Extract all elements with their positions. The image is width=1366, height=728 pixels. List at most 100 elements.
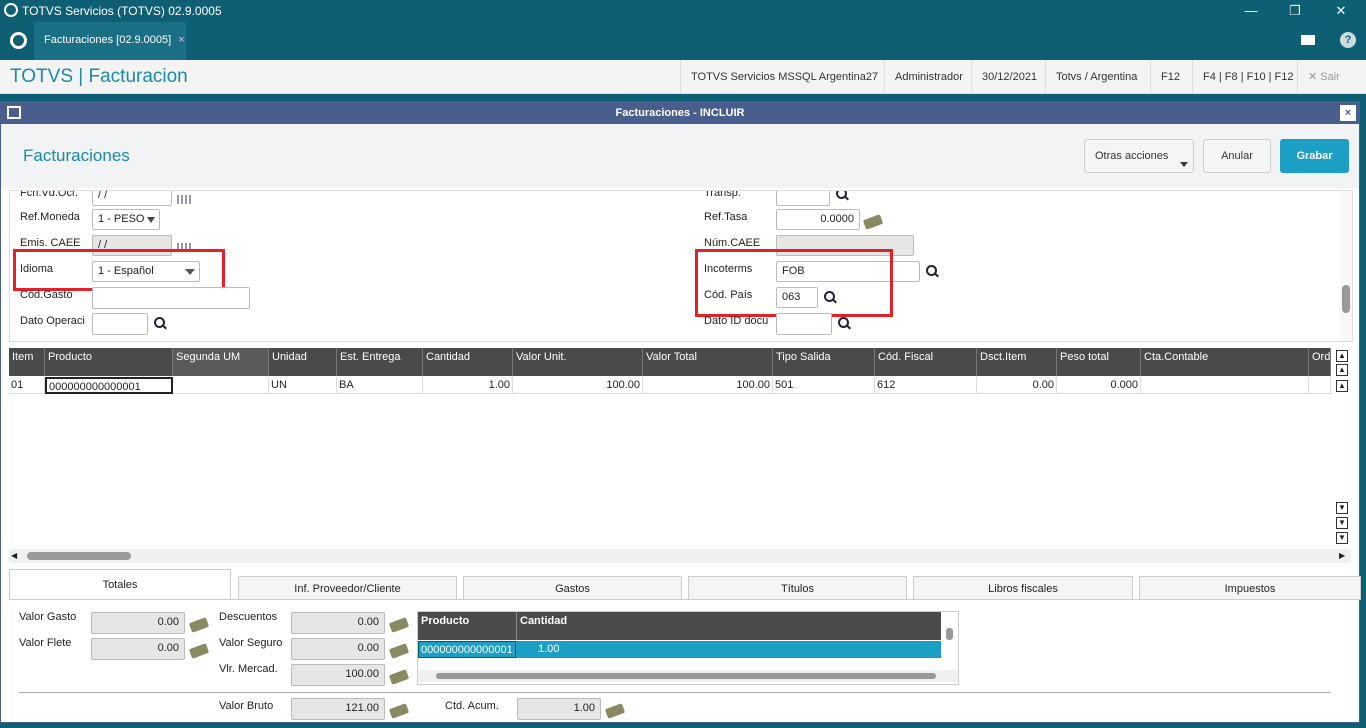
col-valor-unit[interactable]: Valor Unit. [513,348,643,376]
money-icon[interactable] [604,703,626,719]
cell-cantidad[interactable]: 1.00 [423,377,513,394]
scroll-bottom-icon[interactable]: ▼ [1336,532,1348,544]
cell-valor-total[interactable]: 100.00 [643,377,773,394]
scroll-top-icon[interactable]: ▲ [1336,350,1348,362]
exit-button[interactable]: ✕ Sair [1297,60,1350,94]
col-producto[interactable]: Producto [45,348,173,376]
moneda-select[interactable]: 1 - PESO [92,209,160,230]
money-icon[interactable] [388,669,410,685]
col-cta-contable[interactable]: Cta.Contable [1141,348,1309,376]
col-cod-fiscal[interactable]: Cód. Fiscal [875,348,977,376]
grid-vscrollbar[interactable]: ▲ ▲ ▲ ▼ ▼ ▼ [1335,348,1349,546]
tab-totales[interactable]: Totales [9,569,231,600]
ctd-acum-input[interactable]: 1.00 [517,698,601,720]
money-icon[interactable] [388,617,410,633]
col-item[interactable]: Item [9,348,45,376]
mini-cell-producto[interactable]: 000000000000001 [418,641,516,658]
money-icon[interactable] [388,643,410,659]
header-f12[interactable]: F12 [1150,60,1190,94]
col-segunda-um[interactable]: Segunda UM [173,348,269,376]
money-icon[interactable] [388,703,410,719]
scroll-right-icon[interactable]: ▶ [1339,551,1345,560]
tab-impuestos[interactable]: Impuestos [1139,576,1361,600]
dato-id-input[interactable] [776,313,832,335]
mini-col-cantidad[interactable]: Cantidad [516,612,941,640]
scroll-left-icon[interactable]: ◀ [11,551,17,560]
cell-ord[interactable] [1309,377,1331,394]
close-window-button[interactable]: ✕ [1318,0,1364,22]
tab-close-icon[interactable]: × [178,34,184,46]
mini-scroll-thumb[interactable] [946,628,953,640]
minimize-button[interactable]: — [1228,0,1274,22]
hscroll-thumb[interactable] [27,552,131,560]
cell-cod-fiscal[interactable]: 612 [875,377,977,394]
scroll-page-down-icon[interactable]: ▼ [1336,502,1348,514]
help-icon[interactable]: ? [1340,32,1356,48]
col-unidad[interactable]: Unidad [269,348,337,376]
gasto-input[interactable] [92,287,250,309]
valor-flete-label: Valor Flete [19,637,72,649]
mini-hscrollbar[interactable] [418,670,958,682]
valor-flete-input[interactable]: 0.00 [91,638,185,660]
valor-seguro-input[interactable]: 0.00 [291,638,385,660]
cell-tipo-salida[interactable]: 501 [773,377,875,394]
fec-input[interactable]: / / [92,191,172,206]
operaci-input[interactable] [92,313,148,335]
cell-valor-unit[interactable]: 100.00 [513,377,643,394]
valor-bruto-input[interactable]: 121.00 [291,698,385,720]
tab-gastos[interactable]: Gastos [463,576,682,600]
form-scrollbar[interactable] [1340,191,1352,341]
valor-seguro-label: Valor Seguro [219,637,283,649]
cancel-button[interactable]: Anular [1203,139,1271,173]
tab-titulos[interactable]: Títulos [688,576,907,600]
money-icon[interactable] [188,617,210,633]
moneda-label: Ref.Moneda [20,211,80,223]
calendar-icon[interactable] [177,195,193,204]
col-valor-total[interactable]: Valor Total [643,348,773,376]
tasa-input[interactable]: 0.0000 [776,209,860,230]
cell-item[interactable]: 01 [9,377,45,394]
col-tipo-salida[interactable]: Tipo Salida [773,348,875,376]
valor-gasto-input[interactable]: 0.00 [91,612,185,634]
scroll-up-icon[interactable]: ▲ [1336,364,1348,376]
col-ord[interactable]: Ord. [1309,348,1333,376]
cell-dsct-item[interactable]: 0.00 [977,377,1057,394]
col-peso-total[interactable]: Peso total [1057,348,1141,376]
col-est-entrega[interactable]: Est. Entrega [337,348,423,376]
tab-inf-proveedor[interactable]: Inf. Proveedor/Cliente [238,576,457,600]
descuentos-input[interactable]: 0.00 [291,612,385,634]
money-icon[interactable] [862,214,884,230]
search-icon[interactable] [834,191,850,203]
search-icon[interactable] [836,316,852,332]
cell-peso-total[interactable]: 0.000 [1057,377,1141,394]
grid-hscrollbar[interactable]: ◀ ▶ [9,549,1351,563]
mail-icon[interactable] [1301,35,1315,45]
col-cantidad[interactable]: Cantidad [423,348,513,376]
tab-libros-fiscales[interactable]: Libros fiscales [913,576,1133,600]
scroll-down-icon[interactable]: ▼ [1336,517,1348,529]
mini-hscroll-thumb[interactable] [436,673,936,679]
dialog-close-button[interactable]: × [1340,105,1356,121]
maximize-button[interactable]: ❐ [1272,0,1318,22]
money-icon[interactable] [188,643,210,659]
search-icon[interactable] [152,316,168,332]
col-dsct-item[interactable]: Dsct.Item [977,348,1057,376]
save-button[interactable]: Grabar [1280,139,1349,173]
transp-input[interactable] [776,191,830,206]
mini-vscrollbar[interactable] [944,614,956,658]
tab-facturaciones[interactable]: Facturaciones [02.9.0005] × [34,22,186,60]
search-icon[interactable] [924,264,940,280]
header-shortcuts[interactable]: F4 | F8 | F10 | F12 [1192,60,1304,94]
mini-cell-cantidad[interactable]: 1.00 [516,641,941,658]
cell-cta-contable[interactable] [1141,377,1309,394]
cell-producto[interactable]: 000000000000001 [45,377,173,394]
cell-segunda-um[interactable] [173,377,269,394]
cell-unidad[interactable]: UN [269,377,337,394]
totvs-home-icon[interactable] [10,32,27,49]
other-actions-button[interactable]: Otras acciones [1084,139,1194,173]
scroll-thumb[interactable] [1342,285,1350,313]
scroll-page-up-icon[interactable]: ▲ [1336,380,1348,392]
cell-est-entrega[interactable]: BA [337,377,423,394]
mini-col-producto[interactable]: Producto [418,612,516,640]
vlr-mercad-input[interactable]: 100.00 [291,664,385,686]
